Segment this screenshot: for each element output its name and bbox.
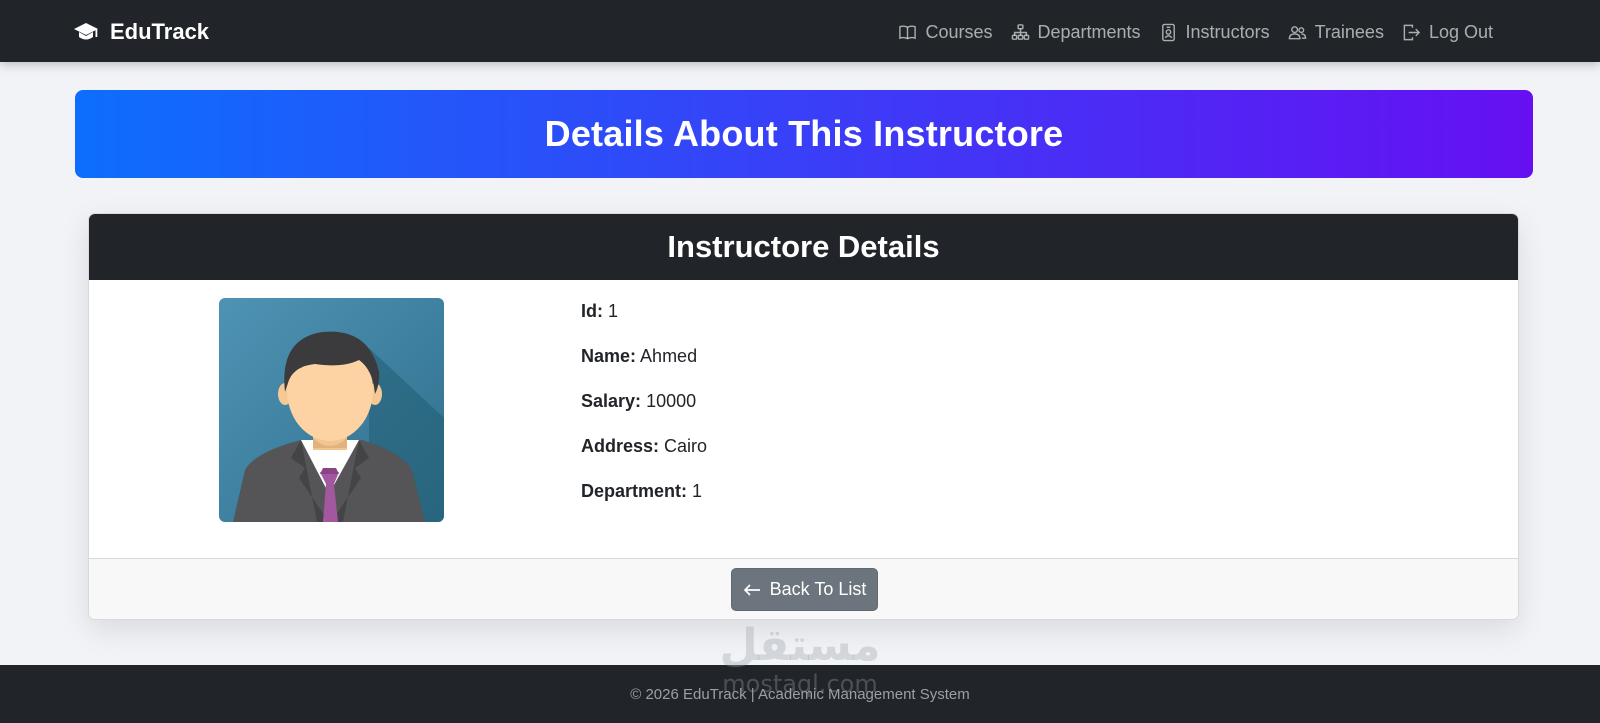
detail-department: Department: 1 bbox=[581, 478, 707, 523]
card-title: Instructore Details bbox=[667, 229, 940, 264]
detail-department-value: 1 bbox=[692, 481, 703, 501]
detail-id-value: 1 bbox=[608, 301, 619, 321]
nav-departments[interactable]: Departments bbox=[1011, 22, 1141, 43]
brand-link[interactable]: EduTrack bbox=[73, 17, 209, 47]
detail-id: Id: 1 bbox=[581, 298, 707, 343]
back-to-list-label: Back To List bbox=[769, 579, 867, 599]
book-icon bbox=[899, 24, 917, 39]
detail-salary-label: Salary: bbox=[581, 391, 642, 411]
people-icon bbox=[1288, 25, 1306, 39]
detail-name-value: Ahmed bbox=[640, 346, 698, 366]
instructor-details-card: Instructore Details Id: 1 Name: Ahmed Sa… bbox=[88, 213, 1519, 620]
nav-logout[interactable]: Log Out bbox=[1402, 22, 1493, 43]
detail-name-label: Name: bbox=[581, 346, 637, 366]
detail-address-label: Address: bbox=[581, 436, 660, 456]
nav-courses-label: Courses bbox=[925, 21, 993, 42]
hero-title: Details About This Instructore bbox=[544, 113, 1064, 154]
detail-salary-value: 10000 bbox=[646, 391, 697, 411]
card-header: Instructore Details bbox=[89, 214, 1518, 280]
nav-logout-label: Log Out bbox=[1428, 21, 1493, 42]
footer-text: © 2026 EduTrack | Academic Management Sy… bbox=[630, 685, 970, 703]
detail-name: Name: Ahmed bbox=[581, 343, 707, 388]
detail-address: Address: Cairo bbox=[581, 433, 707, 478]
instructor-avatar bbox=[219, 298, 444, 522]
nav-courses[interactable]: Courses bbox=[898, 21, 993, 43]
detail-salary: Salary: 10000 bbox=[581, 388, 707, 433]
avatar-illustration bbox=[219, 298, 444, 522]
nav-trainees[interactable]: Trainees bbox=[1288, 22, 1384, 43]
nav-departments-label: Departments bbox=[1037, 21, 1141, 42]
detail-id-label: Id: bbox=[581, 301, 603, 321]
person-badge-icon bbox=[1161, 23, 1175, 41]
arrow-left-icon bbox=[743, 583, 760, 596]
nav-trainees-label: Trainees bbox=[1314, 21, 1384, 42]
navbar: EduTrack Courses Departments Instructors… bbox=[0, 0, 1600, 62]
page-footer: © 2026 EduTrack | Academic Management Sy… bbox=[0, 665, 1600, 723]
logout-icon bbox=[1403, 24, 1421, 40]
graduation-cap-icon bbox=[74, 23, 98, 40]
nav-links: Courses Departments Instructors Trainees… bbox=[898, 19, 1493, 45]
nav-instructors-label: Instructors bbox=[1185, 21, 1270, 42]
card-footer: Back To List bbox=[89, 558, 1518, 619]
brand-name: EduTrack bbox=[110, 19, 210, 44]
watermark-arabic: مستقل bbox=[720, 620, 881, 671]
detail-department-label: Department: bbox=[581, 481, 688, 501]
sitemap-icon bbox=[1011, 23, 1029, 40]
back-to-list-button[interactable]: Back To List bbox=[731, 568, 878, 611]
details-list: Id: 1 Name: Ahmed Salary: 10000 Address:… bbox=[581, 298, 707, 523]
nav-instructors[interactable]: Instructors bbox=[1159, 22, 1270, 43]
hero-banner: Details About This Instructore bbox=[75, 90, 1533, 178]
detail-address-value: Cairo bbox=[664, 436, 708, 456]
